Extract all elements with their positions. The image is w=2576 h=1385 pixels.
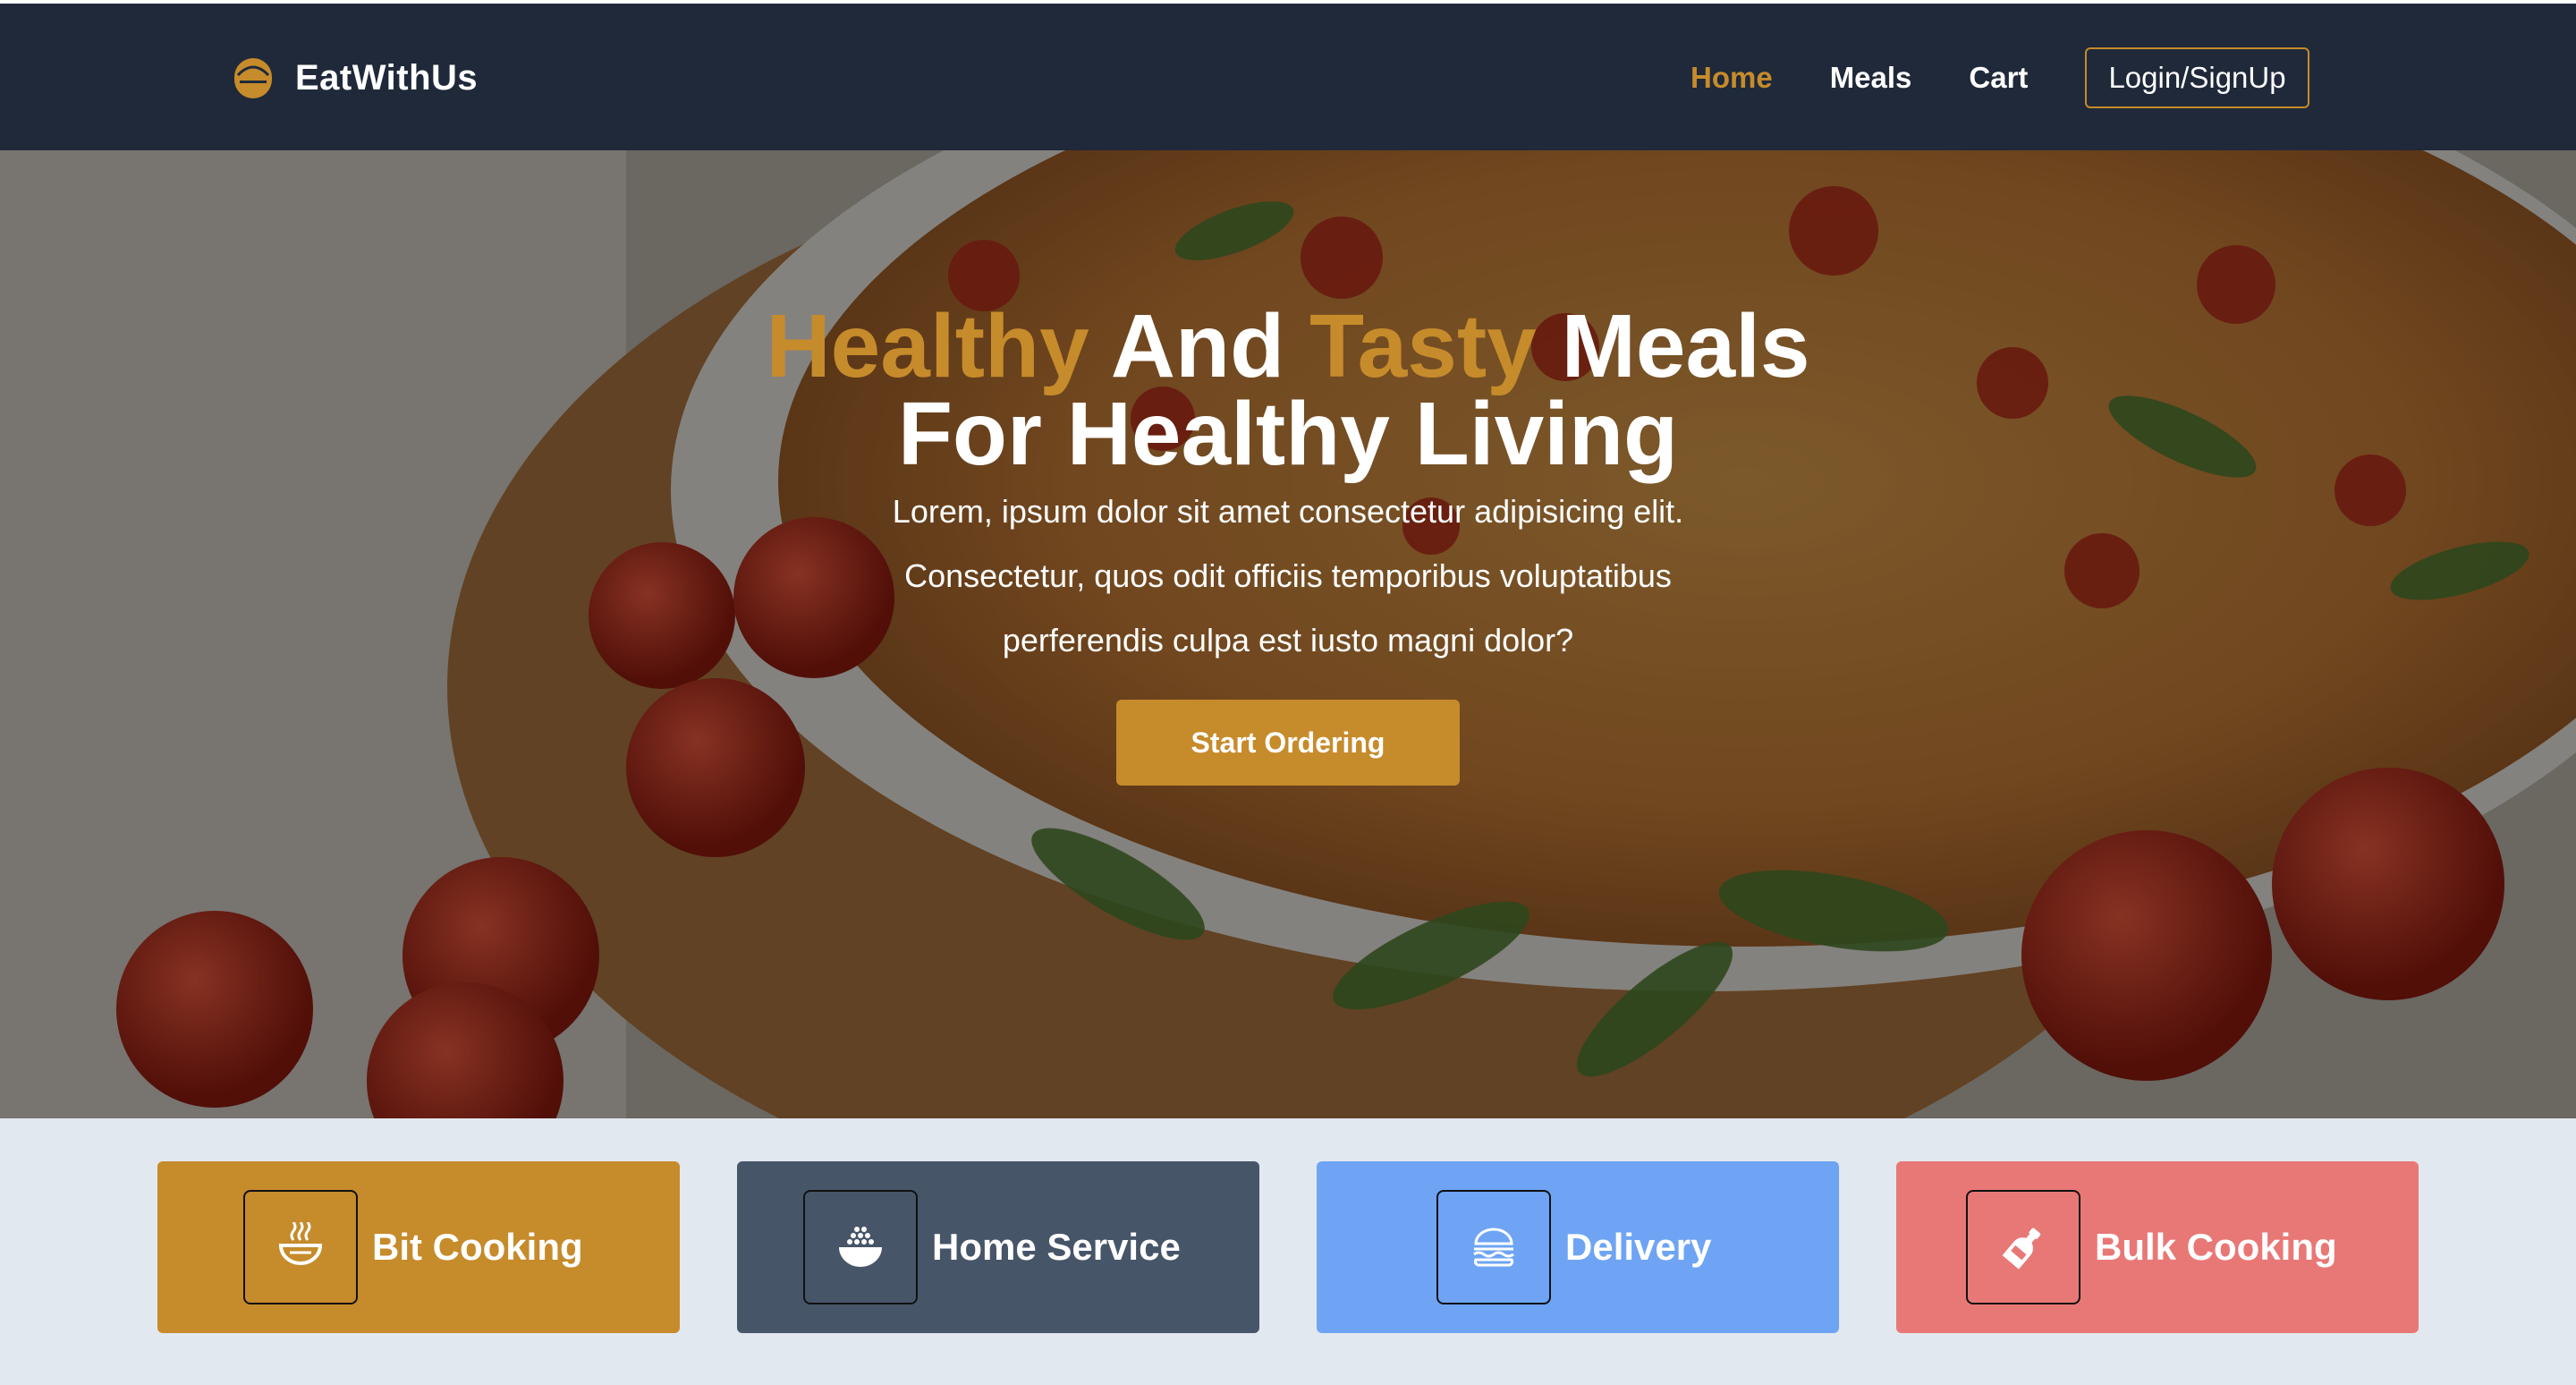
burger-icon	[1473, 1228, 1514, 1267]
navbar: EatWithUs Home Meals Cart Login/SignUp	[0, 4, 2576, 150]
hero-title-tasty: Tasty	[1309, 296, 1537, 396]
service-label: Delivery	[1565, 1226, 1712, 1268]
hero-title: Healthy And Tasty Meals For Healthy Livi…	[0, 302, 2576, 479]
hero-subtitle-line: Consectetur, quos odit officiis temporib…	[904, 557, 1672, 594]
service-icon-box	[1966, 1190, 2080, 1304]
service-card-delivery[interactable]: Delivery	[1317, 1161, 1839, 1333]
service-icon-box	[803, 1190, 918, 1304]
nav-link-home[interactable]: Home	[1690, 61, 1773, 95]
hero-subtitle-line: Lorem, ipsum dolor sit amet consectetur …	[892, 493, 1684, 530]
service-card-bulk-cooking[interactable]: Bulk Cooking	[1896, 1161, 2419, 1333]
hero-subtitle: Lorem, ipsum dolor sit amet consectetur …	[751, 480, 1825, 673]
nav-link-meals[interactable]: Meals	[1830, 61, 1912, 95]
service-card-bit-cooking[interactable]: Bit Cooking	[157, 1161, 680, 1333]
nav-links: Home Meals Cart Login/SignUp	[1690, 47, 2309, 108]
hero-title-line2: For Healthy Living	[897, 384, 1679, 484]
hero-title-meals: Meals	[1561, 296, 1810, 396]
hero-title-healthy: Healthy	[766, 296, 1089, 396]
service-icon-box	[1436, 1190, 1551, 1304]
start-ordering-button[interactable]: Start Ordering	[1116, 700, 1460, 786]
hero-subtitle-line: perferendis culpa est iusto magni dolor?	[1002, 622, 1574, 659]
bottle-icon	[2002, 1228, 2041, 1270]
rice-bowl-icon	[839, 1227, 882, 1267]
brand[interactable]: EatWithUs	[231, 55, 478, 100]
login-signup-button[interactable]: Login/SignUp	[2085, 47, 2309, 108]
service-label: Bulk Cooking	[2095, 1226, 2337, 1268]
hero: Healthy And Tasty Meals For Healthy Livi…	[0, 150, 2576, 1118]
service-icon-box	[243, 1190, 358, 1304]
nav-link-cart[interactable]: Cart	[1969, 61, 2028, 95]
steaming-bowl-icon	[278, 1222, 323, 1265]
services-section: Bit Cooking Home Service Delivery Bulk C…	[0, 1118, 2576, 1385]
brand-name: EatWithUs	[295, 57, 479, 98]
hero-title-and: And	[1110, 296, 1285, 396]
service-label: Home Service	[932, 1226, 1181, 1268]
service-label: Bit Cooking	[372, 1226, 583, 1268]
bowl-icon	[234, 58, 272, 98]
service-card-home-service[interactable]: Home Service	[737, 1161, 1259, 1333]
